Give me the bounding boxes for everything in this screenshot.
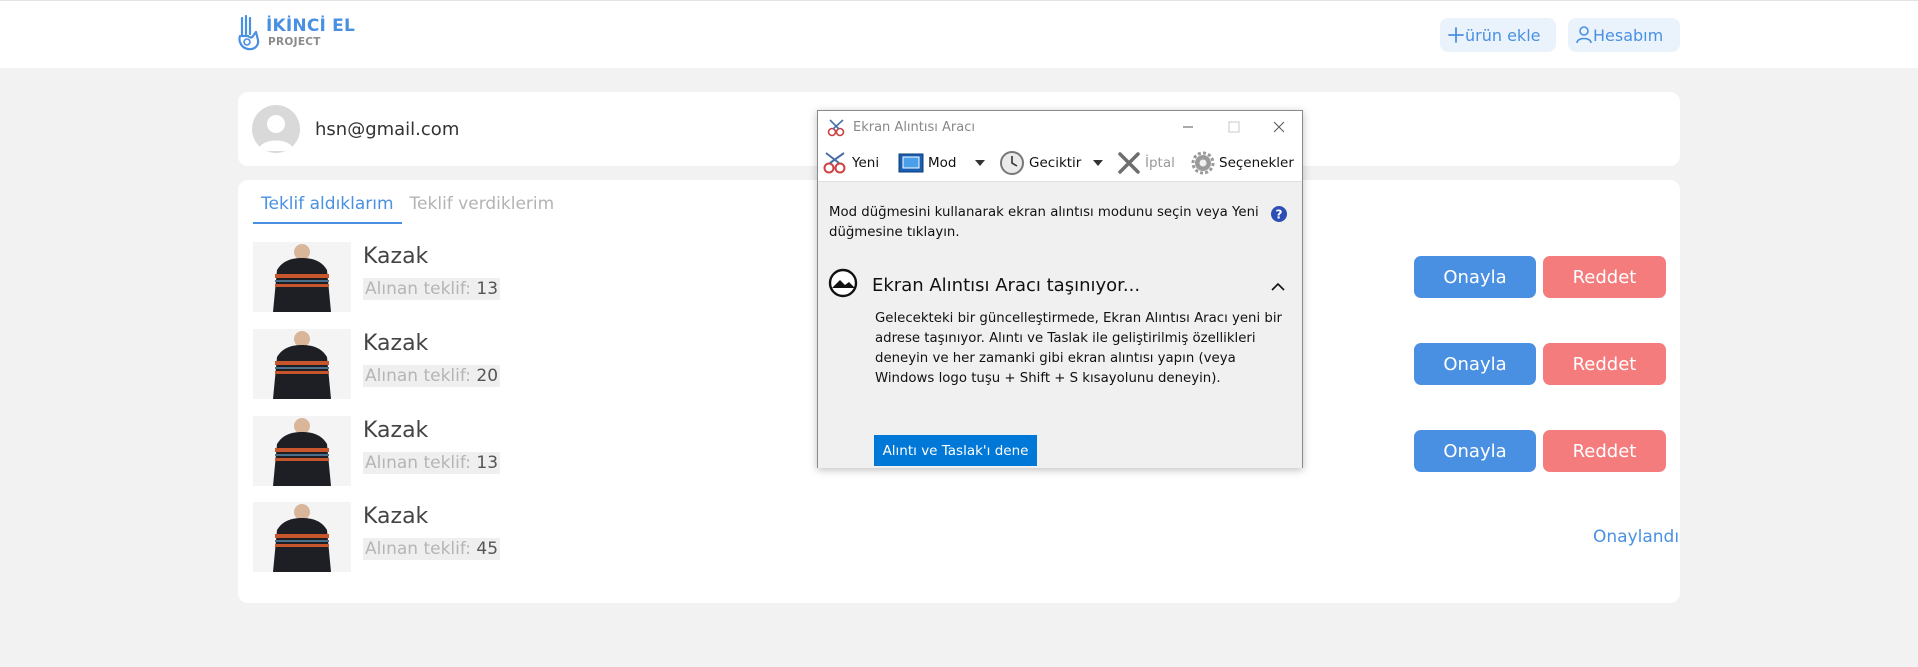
offer-label: Alınan teklif:	[365, 453, 471, 473]
sweater-image	[253, 502, 351, 572]
approved-status: Onaylandı	[1593, 527, 1680, 547]
offer-tabs: Teklif aldıklarım Teklif verdiklerim	[253, 194, 562, 224]
svg-text:?: ?	[1276, 208, 1283, 222]
tab-received-offers[interactable]: Teklif aldıklarım	[253, 194, 402, 224]
tab-given-offers[interactable]: Teklif verdiklerim	[402, 194, 563, 224]
delay-button[interactable]: Geciktir	[999, 148, 1081, 178]
account-button[interactable]: Hesabım	[1568, 18, 1680, 52]
chevron-up-icon[interactable]	[1271, 276, 1285, 295]
try-snip-sketch-button[interactable]: Alıntı ve Taslak'ı dene	[874, 435, 1037, 466]
offer-amount: Alınan teklif: 13	[363, 452, 501, 474]
rectangle-mode-icon	[898, 153, 924, 173]
scissors-icon	[827, 119, 847, 141]
offer-value: 13	[476, 453, 499, 473]
user-icon	[1576, 26, 1592, 44]
reject-button[interactable]: Reddet	[1543, 430, 1666, 472]
product-name: Kazak	[363, 244, 429, 269]
help-icon[interactable]: ?	[1270, 205, 1288, 227]
add-product-label: ürün ekle	[1465, 25, 1541, 45]
logo-subtitle: PROJECT	[268, 36, 321, 49]
new-snip-button[interactable]: Yeni	[822, 148, 879, 178]
cancel-button[interactable]: İptal	[1117, 148, 1175, 178]
options-label: Seçenekler	[1219, 155, 1294, 171]
product-name: Kazak	[363, 418, 429, 443]
sweater-image	[253, 329, 351, 399]
site-logo[interactable]: İKİNCİ EL PROJECT	[236, 13, 355, 53]
mode-dropdown-arrow-icon[interactable]	[974, 148, 986, 178]
x-icon	[1117, 151, 1141, 175]
reject-button[interactable]: Reddet	[1543, 256, 1666, 298]
panel-title: Ekran Alıntısı Aracı taşınıyor...	[872, 274, 1141, 296]
logo-title: İKİNCİ EL	[266, 16, 356, 37]
minimize-icon[interactable]	[1165, 111, 1211, 143]
approve-button[interactable]: Onayla	[1414, 256, 1536, 298]
account-label: Hesabım	[1593, 25, 1664, 45]
mode-label: Mod	[928, 155, 957, 171]
offer-label: Alınan teklif:	[365, 539, 471, 559]
avatar	[252, 105, 300, 153]
profile-email: hsn@gmail.com	[315, 119, 460, 140]
delay-dropdown-arrow-icon[interactable]	[1092, 148, 1104, 178]
top-navbar: İKİNCİ EL PROJECT ürün ekle Hesabım	[0, 0, 1918, 68]
offer-value: 13	[476, 279, 499, 299]
panel-body-text: Gelecekteki bir güncelleştirmede, Ekran …	[875, 311, 1283, 386]
window-titlebar[interactable]: Ekran Alıntısı Aracı	[818, 111, 1302, 144]
reject-button[interactable]: Reddet	[1543, 343, 1666, 385]
moving-notice-panel: Ekran Alıntısı Aracı taşınıyor... Gelece…	[818, 253, 1302, 468]
sweater-image	[253, 242, 351, 312]
offer-amount: Alınan teklif: 45	[363, 538, 501, 560]
product-image[interactable]	[253, 242, 351, 312]
cancel-label: İptal	[1145, 155, 1175, 171]
scissors-icon	[822, 151, 848, 175]
options-button[interactable]: Seçenekler	[1191, 148, 1294, 178]
offer-value: 20	[476, 366, 499, 386]
product-name: Kazak	[363, 504, 429, 529]
offer-row: Kazak Alınan teklif: 45 Onaylandı	[253, 502, 1679, 573]
sweater-image	[253, 416, 351, 486]
gear-icon	[1191, 151, 1215, 175]
user-avatar-icon	[258, 115, 294, 151]
plus-icon	[1448, 27, 1464, 43]
offer-label: Alınan teklif:	[365, 366, 471, 386]
clock-icon	[999, 150, 1025, 176]
hand-icon	[238, 14, 260, 51]
product-image[interactable]	[253, 329, 351, 399]
offer-value: 45	[476, 539, 499, 559]
maximize-icon[interactable]	[1211, 111, 1257, 143]
close-icon[interactable]	[1256, 111, 1302, 143]
approve-button[interactable]: Onayla	[1414, 343, 1536, 385]
mode-button[interactable]: Mod	[898, 148, 956, 178]
offer-amount: Alınan teklif: 13	[363, 278, 501, 300]
instruction-text: Mod düğmesini kullanarak ekran alıntısı …	[829, 205, 1259, 240]
delay-label: Geciktir	[1029, 155, 1082, 171]
snip-sketch-icon	[828, 268, 858, 302]
offer-amount: Alınan teklif: 20	[363, 365, 501, 387]
snipping-toolbar: Yeni Mod Geciktir İptal Seçenekler	[818, 144, 1302, 182]
add-product-button[interactable]: ürün ekle	[1440, 18, 1556, 52]
offer-label: Alınan teklif:	[365, 279, 471, 299]
window-title: Ekran Alıntısı Aracı	[853, 120, 975, 135]
product-image[interactable]	[253, 502, 351, 572]
approve-button[interactable]: Onayla	[1414, 430, 1536, 472]
snipping-tool-window: Ekran Alıntısı Aracı Yeni Mod Geciktir İ…	[817, 110, 1303, 468]
product-name: Kazak	[363, 331, 429, 356]
new-snip-label: Yeni	[852, 155, 880, 171]
product-image[interactable]	[253, 416, 351, 486]
